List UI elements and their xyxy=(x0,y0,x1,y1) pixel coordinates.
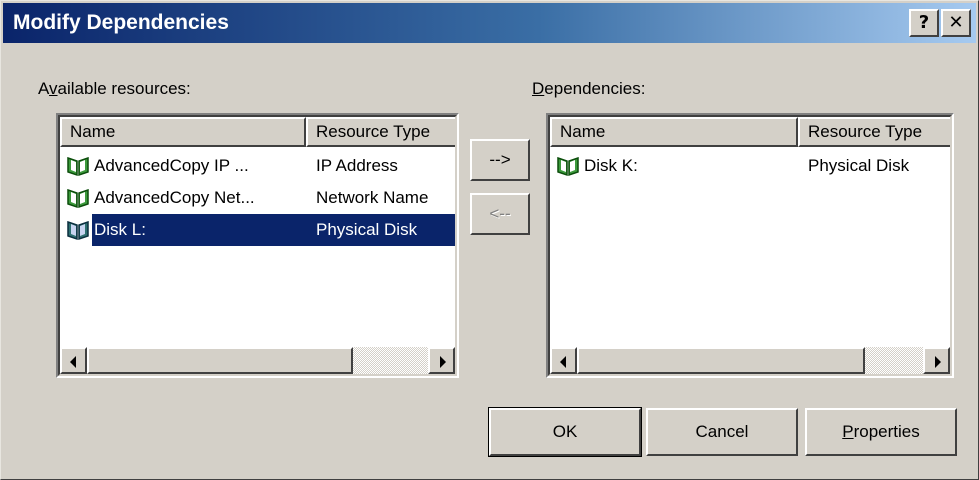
resource-name: AdvancedCopy IP ... xyxy=(94,156,249,175)
resource-type: Physical Disk xyxy=(808,156,910,175)
list-item[interactable]: Disk K: Physical Disk xyxy=(550,150,950,182)
horizontal-scrollbar[interactable] xyxy=(550,347,950,374)
dependencies-list[interactable]: Name Resource Type Disk K: Physical Disk xyxy=(546,113,954,378)
resource-name: Disk K: xyxy=(584,156,638,175)
title-bar[interactable]: Modify Dependencies ? ✕ xyxy=(3,3,976,43)
book-resource-icon xyxy=(66,187,90,209)
column-header-name[interactable]: Name xyxy=(60,117,306,147)
scroll-left-arrow-icon xyxy=(70,356,76,368)
column-header-resource-type[interactable]: Resource Type xyxy=(306,117,455,147)
book-resource-icon xyxy=(66,155,90,177)
scroll-left-button[interactable] xyxy=(550,347,577,374)
list-item[interactable]: AdvancedCopy IP ... IP Address xyxy=(60,150,455,182)
remove-dependency-button[interactable]: <-- xyxy=(470,193,530,235)
column-header-resource-type[interactable]: Resource Type xyxy=(798,117,950,147)
add-dependency-button[interactable]: --> xyxy=(470,139,530,181)
scroll-left-button[interactable] xyxy=(60,347,87,374)
column-header-name[interactable]: Name xyxy=(550,117,798,147)
book-resource-icon xyxy=(556,155,580,177)
window-title: Modify Dependencies xyxy=(13,11,229,34)
available-resources-list[interactable]: Name Resource Type AdvancedCopy IP ... I… xyxy=(56,113,459,378)
help-button[interactable]: ? xyxy=(909,9,939,37)
scroll-right-button[interactable] xyxy=(428,347,455,374)
scroll-right-button[interactable] xyxy=(923,347,950,374)
modify-dependencies-dialog: Modify Dependencies ? ✕ Available resour… xyxy=(0,0,979,480)
close-icon: ✕ xyxy=(948,12,964,33)
scroll-right-arrow-icon xyxy=(935,356,941,368)
question-mark-icon: ? xyxy=(918,12,930,33)
list-item[interactable]: AdvancedCopy Net... Network Name xyxy=(60,182,455,214)
resource-type: IP Address xyxy=(316,156,398,175)
cancel-button[interactable]: Cancel xyxy=(646,408,798,456)
ok-button[interactable]: OK xyxy=(488,407,642,457)
scroll-left-arrow-icon xyxy=(560,356,566,368)
scroll-right-arrow-icon xyxy=(440,356,446,368)
list-item-selected[interactable]: Disk L: Physical Disk xyxy=(60,214,455,246)
scroll-thumb[interactable] xyxy=(577,347,865,374)
resource-name: AdvancedCopy Net... xyxy=(94,188,255,207)
properties-button[interactable]: Properties xyxy=(805,408,957,456)
dependencies-label: Dependencies: xyxy=(532,79,646,98)
scroll-thumb[interactable] xyxy=(87,347,353,374)
resource-type: Network Name xyxy=(316,188,429,207)
resource-type: Physical Disk xyxy=(316,220,418,239)
book-resource-icon xyxy=(66,219,90,241)
close-button[interactable]: ✕ xyxy=(941,9,971,37)
available-resources-label: Available resources: xyxy=(38,79,191,98)
horizontal-scrollbar[interactable] xyxy=(60,347,455,374)
